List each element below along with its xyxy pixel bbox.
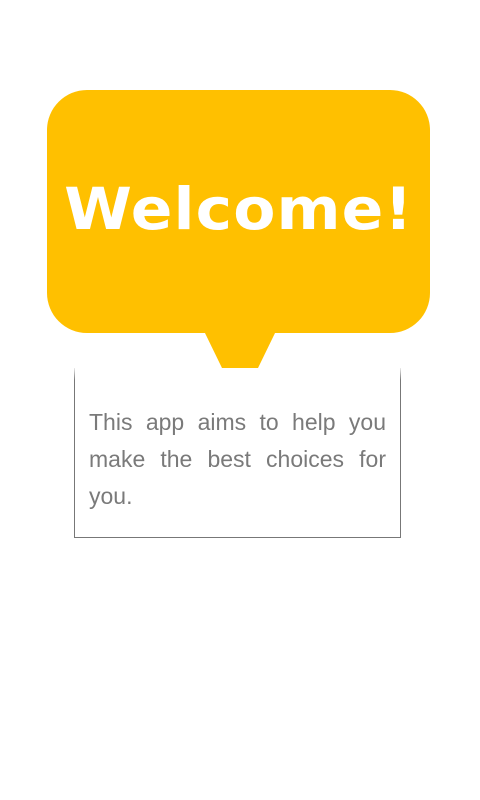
welcome-screen: Welcome! This app aims to help you make … bbox=[0, 0, 480, 800]
welcome-title: Welcome! bbox=[63, 174, 414, 243]
description-text: This app aims to help you make the best … bbox=[89, 409, 386, 509]
welcome-speech-bubble: Welcome! bbox=[47, 90, 430, 333]
description-box: This app aims to help you make the best … bbox=[73, 366, 402, 538]
